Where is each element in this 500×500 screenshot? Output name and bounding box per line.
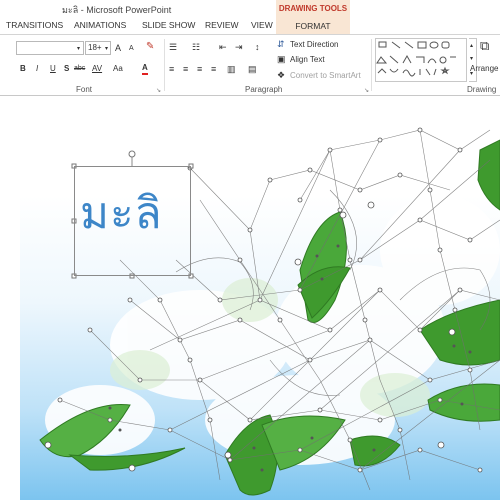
powerpoint-window: มะลิ - Microsoft PowerPoint DRAWING TOOL…	[0, 0, 500, 500]
slide-title-text[interactable]: มะลิ	[80, 178, 163, 248]
rotate-handle[interactable]	[128, 150, 136, 158]
